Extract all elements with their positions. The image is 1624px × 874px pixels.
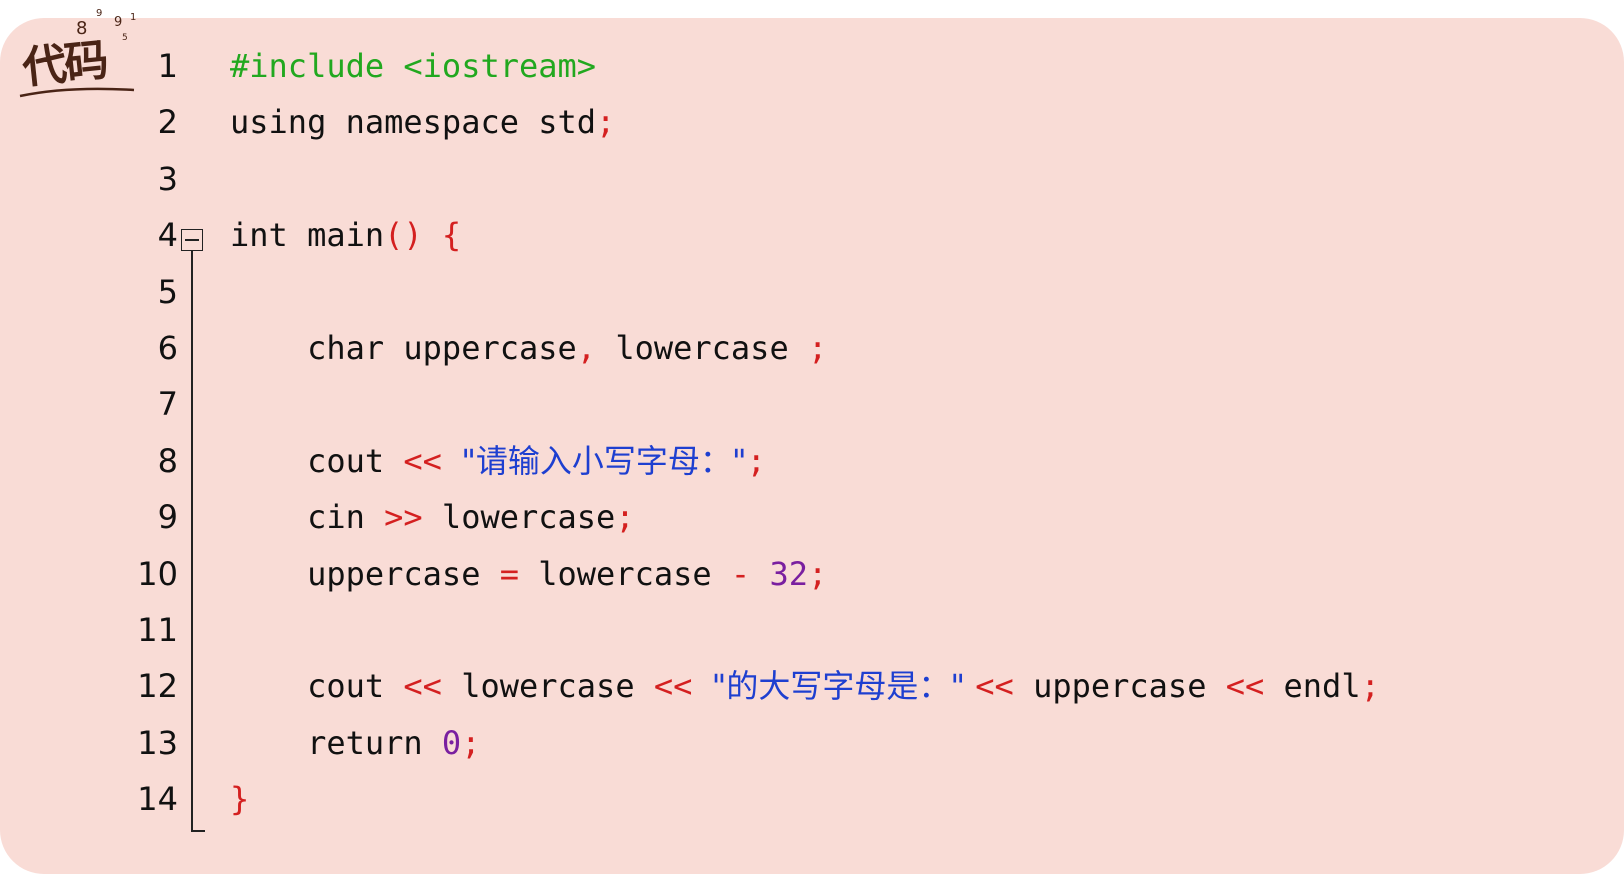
code-token: lowercase bbox=[461, 667, 654, 706]
code-token: ; bbox=[807, 329, 828, 367]
code-badge: 8 9 9 1 5 代码 bbox=[12, 2, 142, 98]
code-line: using namespace std; bbox=[230, 93, 615, 151]
code-token: ; bbox=[807, 554, 828, 593]
svg-text:1: 1 bbox=[130, 12, 136, 23]
code-line: } bbox=[230, 770, 249, 828]
line-number: 10 bbox=[137, 554, 178, 593]
code-line: cout << "请输入小写字母："; bbox=[230, 432, 766, 490]
code-token: 32 bbox=[769, 554, 808, 593]
code-token: int main bbox=[230, 216, 385, 255]
line-number: 11 bbox=[137, 611, 178, 649]
code-token: uppercase bbox=[230, 554, 500, 593]
code-token: lowercase bbox=[538, 554, 731, 593]
line-number: 4 bbox=[157, 216, 178, 255]
code-line: cin >> lowercase; bbox=[230, 488, 635, 546]
code-line: uppercase = lowercase - 32; bbox=[230, 545, 827, 603]
code-token: cin bbox=[230, 498, 385, 537]
code-token: >> bbox=[384, 498, 442, 537]
line-number: 9 bbox=[157, 498, 178, 537]
code-token: << bbox=[653, 667, 712, 706]
badge-underline-icon bbox=[19, 87, 135, 98]
code-token: char uppercase bbox=[230, 329, 577, 367]
code-line: int main() { bbox=[230, 206, 461, 264]
fold-guide-line bbox=[191, 251, 193, 831]
code-token: endl bbox=[1283, 667, 1361, 706]
code-token: 0 bbox=[441, 723, 462, 762]
code-token: ; bbox=[1360, 667, 1380, 706]
code-token: << bbox=[975, 667, 1034, 706]
line-number: 1 bbox=[157, 47, 178, 85]
code-token: ; bbox=[461, 723, 481, 762]
code-token: () { bbox=[384, 216, 462, 255]
code-token: } bbox=[230, 780, 250, 819]
svg-text:5: 5 bbox=[122, 33, 128, 43]
code-token: cout bbox=[230, 667, 404, 706]
code-token: "的大写字母是：" bbox=[711, 667, 976, 706]
code-line: return 0; bbox=[230, 714, 480, 772]
line-number: 13 bbox=[137, 723, 178, 762]
code-token: = bbox=[499, 554, 539, 593]
code-token: uppercase bbox=[1033, 667, 1226, 706]
code-token: << bbox=[403, 441, 462, 480]
code-token: ; bbox=[615, 498, 635, 537]
fold-guide-end bbox=[191, 830, 205, 832]
code-token: , bbox=[576, 329, 616, 367]
code-token: "请输入小写字母：" bbox=[461, 441, 747, 480]
code-token: return bbox=[230, 723, 442, 762]
line-number: 12 bbox=[137, 667, 178, 706]
code-line: cout << lowercase << "的大写字母是：" << upperc… bbox=[230, 657, 1380, 715]
code-token: #include <iostream> bbox=[230, 47, 597, 85]
line-number: 7 bbox=[157, 385, 178, 424]
code-line: char uppercase, lowercase ; bbox=[230, 319, 827, 377]
code-token: using namespace std bbox=[230, 103, 597, 142]
code-token: lowercase bbox=[441, 498, 616, 537]
line-number: 5 bbox=[157, 272, 178, 311]
code-token: lowercase bbox=[615, 329, 808, 367]
code-token: ; bbox=[596, 103, 616, 142]
line-number: 2 bbox=[157, 103, 178, 142]
code-token: - bbox=[730, 554, 770, 593]
code-token: << bbox=[403, 667, 462, 706]
fold-toggle-icon[interactable] bbox=[181, 229, 203, 251]
line-number: 8 bbox=[157, 441, 178, 480]
code-line: #include <iostream> bbox=[230, 37, 596, 95]
code-token: ; bbox=[746, 441, 766, 480]
line-number: 6 bbox=[157, 329, 178, 367]
line-number: 3 bbox=[157, 159, 178, 198]
line-number: 14 bbox=[137, 780, 178, 819]
svg-text:9: 9 bbox=[114, 15, 122, 30]
svg-text:9: 9 bbox=[96, 8, 102, 19]
code-token: << bbox=[1225, 667, 1284, 706]
code-token: cout bbox=[230, 441, 404, 480]
